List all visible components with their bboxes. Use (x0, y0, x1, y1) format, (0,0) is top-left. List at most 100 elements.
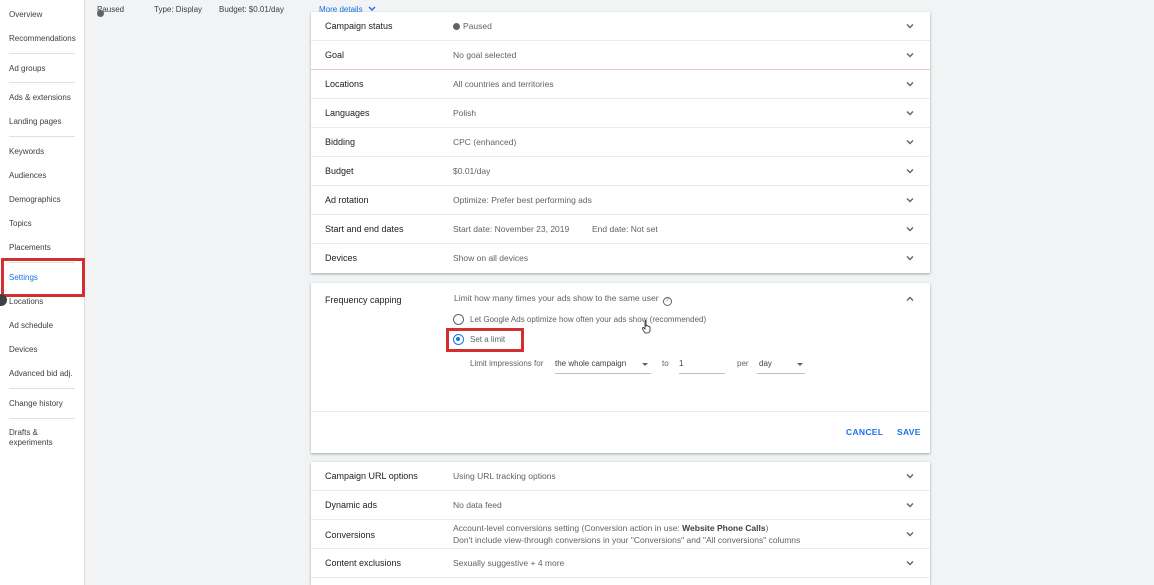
setting-row-devices[interactable]: Devices Show on all devices (311, 244, 930, 273)
count-input-underline (679, 373, 725, 374)
setting-row-dates[interactable]: Start and end dates Start date: November… (311, 215, 930, 244)
radio-auto-optimize[interactable] (453, 314, 464, 325)
chevron-down-icon[interactable] (906, 559, 914, 567)
setting-label: Content exclusions (325, 558, 402, 568)
paused-icon (453, 23, 460, 30)
setting-row-ad-rotation[interactable]: Ad rotation Optimize: Prefer best perfor… (311, 186, 930, 215)
setting-label: Devices (325, 253, 358, 263)
chevron-down-icon[interactable] (906, 109, 914, 117)
dropdown-arrow-icon (797, 363, 803, 366)
setting-row-locations[interactable]: Locations All countries and territories (311, 70, 930, 99)
conversions-view-through-value: Don't include view-through conversions i… (453, 535, 801, 545)
per-label: per (737, 359, 749, 368)
card-footer-divider (311, 411, 930, 412)
setting-value: $0.01/day (453, 166, 491, 176)
setting-label: Locations (325, 79, 364, 89)
setting-value: Show on all devices (453, 253, 529, 263)
setting-row-campaign-status[interactable]: Campaign status Paused (311, 12, 930, 41)
sidebar-divider (9, 136, 75, 137)
setting-row-bidding[interactable]: Bidding CPC (enhanced) (311, 128, 930, 157)
sidebar-item-topics[interactable]: Topics (9, 219, 79, 229)
chevron-down-icon[interactable] (906, 254, 914, 262)
scope-select-underline (555, 373, 651, 374)
campaign-settings-card: Campaign status Paused Goal No goal sele… (311, 12, 930, 273)
setting-value: No data feed (453, 500, 502, 510)
chevron-up-icon[interactable] (906, 295, 914, 303)
cancel-button[interactable]: CANCEL (846, 427, 883, 437)
setting-label: Start and end dates (325, 224, 404, 234)
sidebar-item-experiments[interactable]: experiments (9, 438, 79, 448)
frequency-capping-card: Frequency capping Limit how many times y… (311, 283, 930, 453)
paused-icon (97, 10, 104, 17)
setting-label: Goal (325, 50, 345, 60)
end-date-value: End date: Not set (592, 224, 658, 234)
dropdown-arrow-icon (642, 363, 648, 366)
setting-value: Sexually suggestive + 4 more (453, 558, 565, 568)
sidebar-item-placements[interactable]: Placements (9, 243, 79, 253)
sidebar-item-change-history[interactable]: Change history (9, 399, 79, 409)
sidebar-item-audiences[interactable]: Audiences (9, 171, 79, 181)
chevron-down-icon[interactable] (906, 530, 914, 538)
chevron-down-icon[interactable] (906, 167, 914, 175)
chevron-down-icon[interactable] (906, 225, 914, 233)
to-label: to (662, 359, 669, 368)
period-select-underline (757, 373, 805, 374)
chevron-down-icon[interactable] (906, 472, 914, 480)
setting-label: Ad rotation (325, 195, 369, 205)
campaign-type: Type: Display (154, 5, 203, 14)
sidebar-item-overview[interactable]: Overview (9, 10, 79, 20)
setting-row-content-exclusions[interactable]: Content exclusions Sexually suggestive +… (311, 549, 930, 578)
setting-row-budget[interactable]: Budget $0.01/day (311, 157, 930, 186)
sidebar-divider (9, 53, 75, 54)
setting-label: Campaign URL options (325, 471, 418, 481)
sidebar-item-advanced-bid-adj[interactable]: Advanced bid adj. (9, 369, 79, 379)
sidebar-item-landing-pages[interactable]: Landing pages (9, 117, 79, 127)
chevron-down-icon[interactable] (906, 51, 914, 59)
setting-label: Budget (325, 166, 354, 176)
setting-label: Campaign status (325, 21, 393, 31)
status-badge: Paused (97, 5, 124, 17)
setting-row-campaign-url-options[interactable]: Campaign URL options Using URL tracking … (311, 462, 930, 491)
sidebar-divider (9, 82, 75, 83)
option-auto-optimize-label: Let Google Ads optimize how often your a… (470, 315, 707, 324)
period-select[interactable]: day (759, 359, 772, 368)
setting-label: Dynamic ads (325, 500, 378, 510)
hand-cursor-icon (642, 320, 651, 334)
setting-row-goal[interactable]: Goal No goal selected (311, 41, 930, 70)
sidebar-item-ad-groups[interactable]: Ad groups (9, 64, 79, 74)
impressions-count-input[interactable]: 1 (679, 359, 683, 368)
campaign-budget: Budget: $0.01/day (219, 5, 284, 14)
setting-label: Bidding (325, 137, 356, 147)
chevron-down-icon[interactable] (906, 196, 914, 204)
setting-value: Using URL tracking options (453, 471, 556, 481)
setting-row-dynamic-ads[interactable]: Dynamic ads No data feed (311, 491, 930, 520)
setting-row-conversions[interactable]: Conversions Account-level conversions se… (311, 520, 930, 549)
settings-highlight-box (1, 258, 85, 297)
sidebar-item-devices[interactable]: Devices (9, 345, 79, 355)
sidebar-item-ad-schedule[interactable]: Ad schedule (9, 321, 79, 331)
sidebar-item-recommendations[interactable]: Recommendations (9, 34, 79, 44)
start-date-value: Start date: November 23, 2019 (453, 224, 570, 234)
conversions-setting-value: Account-level conversions setting (Conve… (453, 523, 769, 533)
sidebar-item-drafts[interactable]: Drafts & (9, 428, 79, 438)
chevron-down-icon[interactable] (906, 22, 914, 30)
setting-value: Optimize: Prefer best performing ads (453, 195, 592, 205)
sidebar-item-locations[interactable]: Locations (9, 297, 79, 307)
scope-select[interactable]: the whole campaign (555, 359, 626, 368)
help-icon[interactable]: ? (662, 297, 672, 306)
setting-value: All countries and territories (453, 79, 554, 89)
chevron-down-icon[interactable] (906, 501, 914, 509)
setting-row-languages[interactable]: Languages Polish (311, 99, 930, 128)
frequency-capping-description: Limit how many times your ads show to th… (454, 293, 672, 306)
sidebar-item-keywords[interactable]: Keywords (9, 147, 79, 157)
chevron-down-icon[interactable] (906, 80, 914, 88)
limit-impressions-label: Limit impressions for (470, 359, 544, 368)
save-button[interactable]: SAVE (897, 427, 921, 437)
setting-value: Paused (453, 21, 492, 31)
setting-label: Languages (325, 108, 370, 118)
sidebar-item-ads-extensions[interactable]: Ads & extensions (9, 93, 79, 103)
chevron-down-icon[interactable] (906, 138, 914, 146)
setting-value: CPC (enhanced) (453, 137, 517, 147)
set-limit-highlight-box (446, 328, 524, 352)
sidebar-item-demographics[interactable]: Demographics (9, 195, 79, 205)
